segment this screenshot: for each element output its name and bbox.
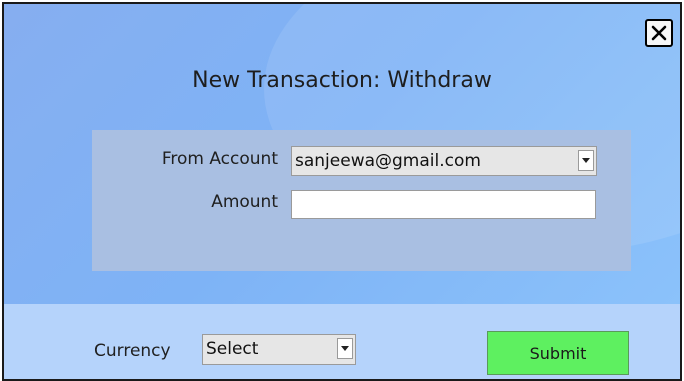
amount-label: Amount: [211, 192, 278, 212]
currency-select[interactable]: Select: [202, 334, 356, 365]
close-icon: [651, 25, 667, 41]
dialog-title: New Transaction: Withdraw: [192, 68, 492, 93]
amount-field[interactable]: [291, 190, 596, 219]
from-account-select[interactable]: sanjeewa@gmail.com: [291, 146, 597, 176]
transaction-dialog: New Transaction: Withdraw From Account s…: [2, 2, 682, 381]
currency-dropdown-button[interactable]: [337, 338, 353, 359]
currency-label: Currency: [94, 341, 171, 361]
from-account-label: From Account: [161, 149, 278, 169]
chevron-down-icon: [582, 158, 590, 163]
submit-button[interactable]: Submit: [487, 331, 629, 375]
from-account-value: sanjeewa@gmail.com: [295, 151, 481, 171]
chevron-down-icon: [341, 346, 349, 351]
currency-value: Select: [206, 339, 259, 359]
close-button[interactable]: [645, 19, 673, 47]
from-account-dropdown-button[interactable]: [578, 150, 594, 171]
